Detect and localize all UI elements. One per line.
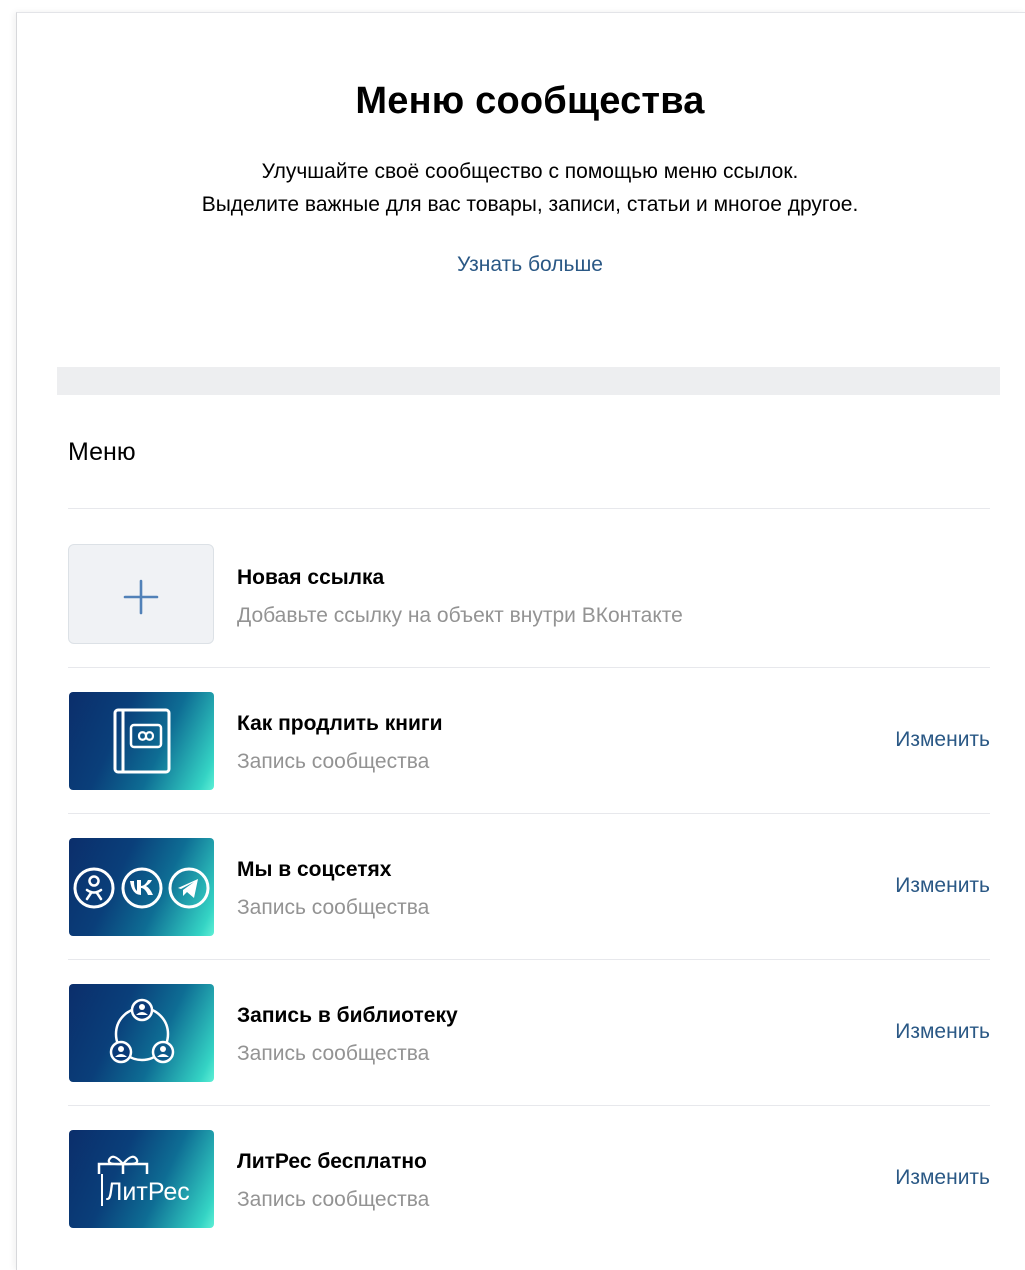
divider — [68, 813, 990, 814]
book-infinity-icon — [113, 708, 171, 774]
community-people-icon — [109, 998, 175, 1064]
menu-item-thumbnail[interactable] — [69, 692, 214, 790]
new-link-subtitle: Добавьте ссылку на объект внутри ВКонтак… — [237, 604, 683, 627]
menu-item-title: Запись в библиотеку — [237, 1004, 458, 1027]
social-networks-icon — [73, 867, 210, 909]
learn-more-link[interactable]: Узнать больше — [0, 253, 1025, 277]
divider — [68, 959, 990, 960]
menu-item-thumbnail[interactable] — [69, 984, 214, 1082]
page-description-line1: Улучшайте своё сообщество с помощью меню… — [261, 160, 799, 183]
divider — [68, 508, 990, 509]
menu-item-title: Мы в соцсетях — [237, 858, 392, 881]
menu-item-title: Как продлить книги — [237, 712, 443, 735]
menu-item-thumbnail[interactable]: ЛитРес — [69, 1130, 214, 1228]
section-divider-band — [57, 367, 1000, 395]
new-link-title: Новая ссылка — [237, 566, 385, 589]
edit-link[interactable]: Изменить — [895, 728, 990, 752]
page-title: Меню сообщества — [355, 80, 705, 122]
menu-item-subtitle: Запись сообщества — [237, 896, 430, 919]
divider — [68, 1105, 990, 1106]
menu-item-title: ЛитРес бесплатно — [237, 1150, 427, 1173]
menu-section-label: Меню — [68, 438, 136, 466]
menu-item-subtitle: Запись сообщества — [237, 1188, 430, 1211]
litres-thumbnail-text: ЛитРес — [106, 1178, 190, 1206]
add-link-button[interactable] — [68, 544, 214, 644]
menu-item-subtitle: Запись сообщества — [237, 1042, 430, 1065]
menu-item-thumbnail[interactable] — [69, 838, 214, 936]
edit-link[interactable]: Изменить — [895, 874, 990, 898]
edit-link[interactable]: Изменить — [895, 1020, 990, 1044]
litres-gift-icon: ЛитРес — [97, 1155, 190, 1206]
page-description-line2: Выделите важные для вас товары, записи, … — [201, 193, 859, 216]
divider — [68, 667, 990, 668]
edit-link[interactable]: Изменить — [895, 1166, 990, 1190]
plus-icon — [123, 579, 159, 615]
menu-item-subtitle: Запись сообщества — [237, 750, 430, 773]
